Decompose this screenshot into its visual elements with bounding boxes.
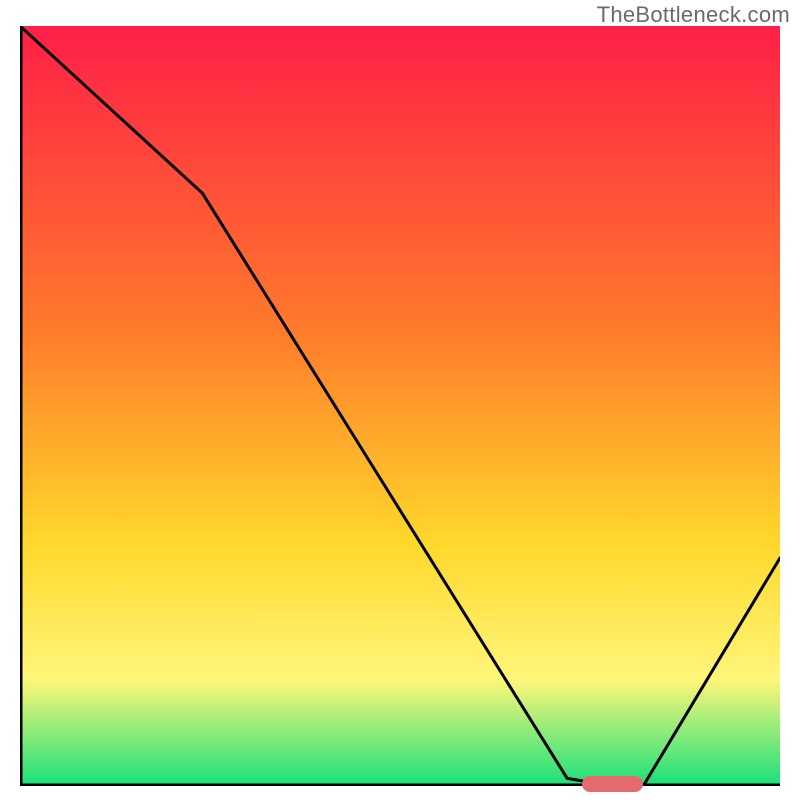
chart-frame: TheBottleneck.com <box>0 0 800 800</box>
plot-svg <box>20 26 780 786</box>
watermark-text: TheBottleneck.com <box>597 2 790 28</box>
plot-area <box>20 26 780 786</box>
optimal-range-marker <box>582 776 643 792</box>
gradient-background <box>20 26 780 786</box>
